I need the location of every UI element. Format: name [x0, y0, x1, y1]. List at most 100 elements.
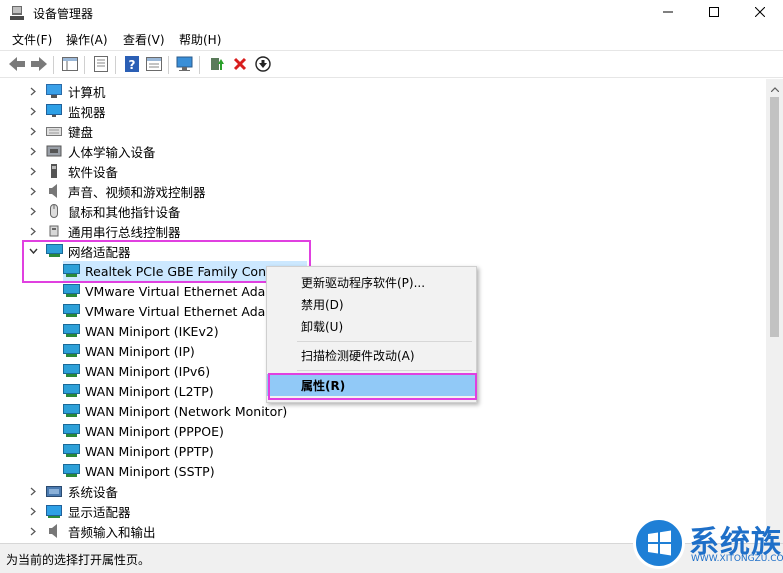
network-adapter-icon: [63, 384, 80, 398]
monitor-icon: [46, 104, 62, 118]
chevron-right-icon[interactable]: [28, 521, 38, 541]
chevron-right-icon[interactable]: [28, 121, 38, 141]
disable-button[interactable]: [253, 55, 273, 75]
chevron-right-icon[interactable]: [28, 141, 38, 161]
network-adapter-icon: [63, 304, 80, 318]
toolbar-separator: [115, 56, 116, 74]
disable-icon: [255, 55, 271, 75]
chevron-right-icon[interactable]: [28, 481, 38, 501]
toolbar-separator: [168, 56, 169, 74]
toolbar: ?: [0, 50, 783, 78]
tree-adapter-label: WAN Miniport (PPPOE): [85, 423, 224, 439]
properties-button[interactable]: [91, 55, 111, 75]
uninstall-icon: [233, 57, 247, 74]
annotation-highlight-properties: [268, 373, 477, 400]
tree-adapter-item[interactable]: WAN Miniport (IPv6): [63, 361, 214, 381]
tree-category[interactable]: 声音、视频和游戏控制器: [5, 181, 305, 201]
tree-adapter-item[interactable]: WAN Miniport (Network Monitor): [63, 401, 291, 421]
menu-bar: 文件(F) 操作(A) 查看(V) 帮助(H): [0, 26, 783, 50]
computer-icon: [46, 84, 62, 98]
network-adapter-icon: [63, 344, 80, 358]
menu-help[interactable]: 帮助(H): [179, 31, 221, 48]
audio-io-icon: [46, 524, 62, 538]
uninstall-button[interactable]: [230, 55, 250, 75]
mouse-icon: [46, 204, 62, 218]
tree-adapter-item[interactable]: WAN Miniport (L2TP): [63, 381, 218, 401]
status-text: 为当前的选择打开属性页。: [6, 553, 151, 567]
tree-adapter-label: WAN Miniport (IPv6): [85, 363, 211, 379]
ctx-separator: [297, 370, 472, 371]
show-hide-console-tree-icon: [62, 56, 78, 74]
help-button[interactable]: ?: [122, 55, 142, 75]
tree-adapter-item[interactable]: WAN Miniport (IKEv2): [63, 321, 223, 341]
tree-category[interactable]: 计算机: [5, 81, 305, 101]
tree-category[interactable]: 鼠标和其他指针设备: [5, 201, 305, 221]
menu-file[interactable]: 文件(F): [12, 31, 52, 48]
tree-category-label: 人体学输入设备: [68, 144, 156, 160]
chevron-right-icon[interactable]: [28, 81, 38, 101]
tree-category[interactable]: 键盘: [5, 121, 305, 141]
console-tree-button[interactable]: [60, 55, 80, 75]
chevron-right-icon[interactable]: [28, 101, 38, 121]
display-adapter-icon: [46, 504, 62, 518]
tree-category-label: 通用串行总线控制器: [68, 224, 181, 240]
chevron-right-icon[interactable]: [28, 501, 38, 521]
network-adapter-icon: [63, 444, 80, 458]
tree-category[interactable]: 软件设备: [5, 161, 305, 181]
close-button[interactable]: [737, 0, 783, 26]
ctx-uninstall[interactable]: 卸载(U): [267, 315, 476, 337]
chevron-right-icon[interactable]: [28, 181, 38, 201]
scan-hardware-button[interactable]: [175, 55, 195, 75]
view-button[interactable]: [144, 55, 164, 75]
close-icon: [754, 6, 766, 20]
scroll-up-button[interactable]: [766, 79, 783, 96]
tree-category[interactable]: 显示适配器: [5, 501, 305, 521]
menu-view[interactable]: 查看(V): [123, 31, 165, 48]
tree-adapter-item[interactable]: WAN Miniport (SSTP): [63, 461, 219, 481]
tree-adapter-label: WAN Miniport (IP): [85, 343, 195, 359]
windows-logo-icon: [633, 517, 685, 569]
tree-category-label: 声音、视频和游戏控制器: [68, 184, 206, 200]
tree-category-label: 音频输入和输出: [68, 524, 156, 540]
network-adapter-icon: [63, 424, 80, 438]
chevron-up-icon: [770, 81, 779, 95]
toolbar-separator: [199, 56, 200, 74]
tree-category[interactable]: 人体学输入设备: [5, 141, 305, 161]
minimize-button[interactable]: [645, 0, 691, 26]
chevron-right-icon[interactable]: [28, 161, 38, 181]
ctx-scan-hardware[interactable]: 扫描检测硬件改动(A): [267, 344, 476, 366]
keyboard-icon: [46, 124, 62, 138]
tree-category[interactable]: 通用串行总线控制器: [5, 221, 305, 241]
vertical-scrollbar[interactable]: [766, 79, 783, 543]
tree-category-label: 计算机: [68, 84, 106, 100]
ctx-update-driver[interactable]: 更新驱动程序软件(P)...: [267, 271, 476, 293]
tree-category[interactable]: 系统设备: [5, 481, 305, 501]
scroll-thumb[interactable]: [770, 97, 779, 337]
tree-category-label: 软件设备: [68, 164, 119, 180]
network-adapter-icon: [63, 464, 80, 478]
tree-adapter-item[interactable]: WAN Miniport (IP): [63, 341, 199, 361]
forward-button[interactable]: [29, 55, 49, 75]
view-icon: [146, 56, 162, 74]
network-adapter-icon: [63, 324, 80, 338]
network-adapter-icon: [63, 364, 80, 378]
chevron-right-icon[interactable]: [28, 201, 38, 221]
menu-action[interactable]: 操作(A): [66, 31, 108, 48]
tree-category[interactable]: 音频输入和输出: [5, 521, 305, 541]
software-device-icon: [46, 164, 62, 178]
tree-adapter-label: WAN Miniport (IKEv2): [85, 323, 219, 339]
ctx-disable[interactable]: 禁用(D): [267, 293, 476, 315]
network-adapter-icon: [63, 404, 80, 418]
ctx-separator: [297, 341, 472, 342]
tree-adapter-item[interactable]: WAN Miniport (PPTP): [63, 441, 218, 461]
back-button[interactable]: [7, 55, 27, 75]
update-driver-button[interactable]: [206, 55, 226, 75]
usb-icon: [46, 224, 62, 238]
scan-hardware-icon: [176, 56, 194, 75]
title-bar[interactable]: 设备管理器: [0, 0, 783, 26]
tree-category[interactable]: 监视器: [5, 101, 305, 121]
hid-icon: [46, 144, 62, 158]
maximize-button[interactable]: [691, 0, 737, 26]
chevron-right-icon[interactable]: [28, 221, 38, 241]
tree-adapter-item[interactable]: WAN Miniport (PPPOE): [63, 421, 228, 441]
